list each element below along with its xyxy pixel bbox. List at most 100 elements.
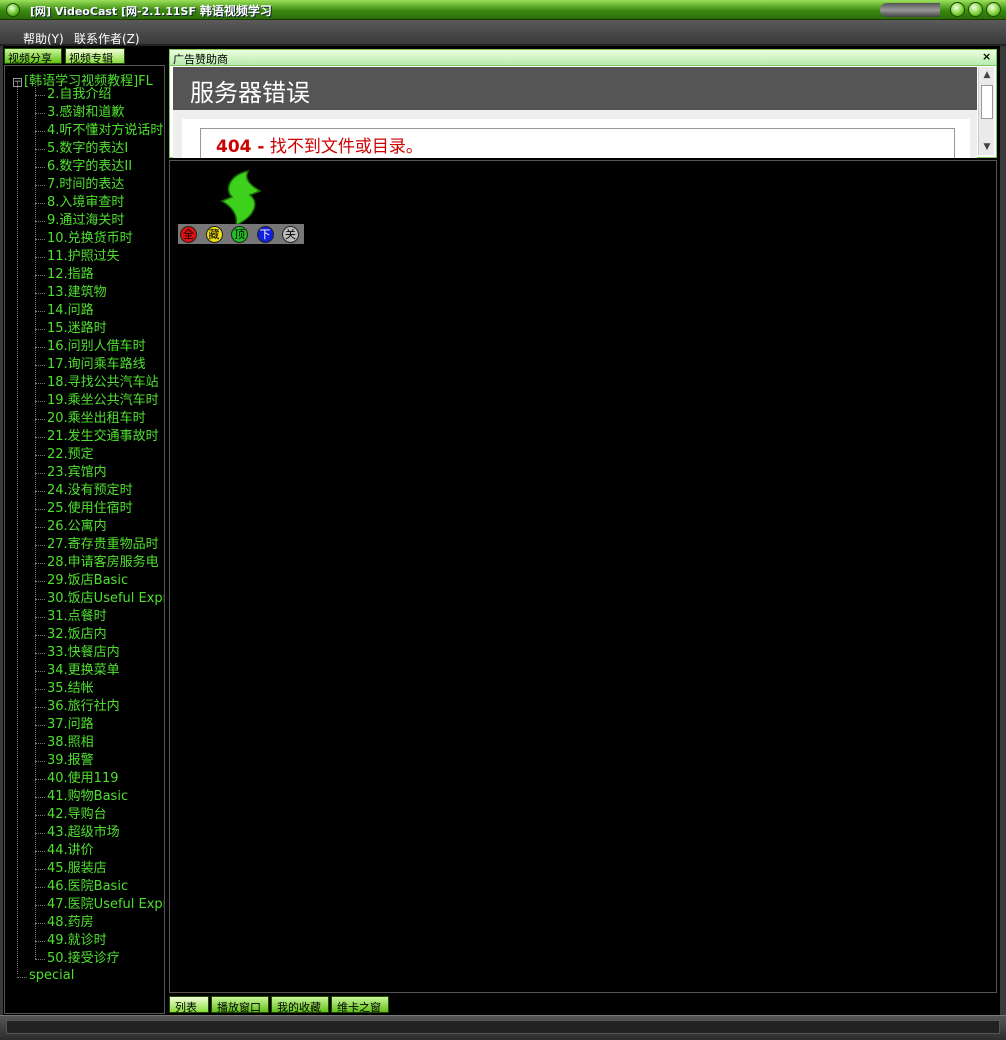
error-message: 404 - 找不到文件或目录。 [216,132,423,157]
tree-item[interactable]: 46.医院Basic [35,878,164,896]
tree-item[interactable]: 7.时间的表达 [35,176,164,194]
tree-item[interactable]: 9.通过海关时 [35,212,164,230]
app-icon[interactable] [6,3,20,17]
ad-titlebar: 广告赞助商 × [170,50,996,66]
tree-item[interactable]: 2.自我介绍 [35,86,164,104]
error-header: 服务器错误 [173,67,977,110]
status-bar [0,1015,1006,1040]
scroll-thumb[interactable] [981,85,993,119]
tree-item[interactable]: 41.购物Basic [35,788,164,806]
tree-item[interactable]: 31.点餐时 [35,608,164,626]
tree-item[interactable]: 48.药房 [35,914,164,932]
scroll-down-icon[interactable]: ▼ [979,139,995,155]
window-title: [网] VideoCast [网-2.1.11SF 韩语视频学习 [30,2,272,19]
tab-my-favorites[interactable]: 我的收藏 [271,996,329,1014]
tree-item[interactable]: 35.结帐 [35,680,164,698]
tree-item[interactable]: 38.照相 [35,734,164,752]
title-bar: [网] VideoCast [网-2.1.11SF 韩语视频学习 [0,0,1006,20]
action-button[interactable]: 关 [282,226,299,243]
tree-item[interactable]: 30.饭店Useful Expr [35,590,164,608]
tree-item[interactable]: 37.问路 [35,716,164,734]
action-button-bar: 全藏顶下关 [178,224,304,244]
error-code: 404 - [216,137,265,157]
tree-item[interactable]: 29.饭店Basic [35,572,164,590]
tree-item[interactable]: 13.建筑物 [35,284,164,302]
error-text: 找不到文件或目录。 [269,137,423,157]
tree-item[interactable]: 49.就诊时 [35,932,164,950]
tree-item[interactable]: 24.没有预定时 [35,482,164,500]
tree-item[interactable]: 17.询问乘车路线 [35,356,164,374]
tab-player-window[interactable]: 播放窗口 [211,996,269,1014]
tree-item[interactable]: 19.乘坐公共汽车时 [35,392,164,410]
tree-item[interactable]: 5.数字的表达I [35,140,164,158]
tab-video-share[interactable]: 视频分享 [4,48,62,65]
ad-content: 服务器错误 404 - 找不到文件或目录。 [173,67,977,158]
ad-title: 广告赞助商 [173,53,228,66]
window-frame-right [1000,46,1006,1015]
tab-wika-window[interactable]: 维卡之窗 [331,996,389,1014]
album-tree-panel: − [韩语学习视频教程]FL 2.自我介绍 3.感谢和道歉 4.听不懂对方说话时 5.数… [4,65,165,1014]
tree-item[interactable]: 6.数字的表达II [35,158,164,176]
action-button[interactable]: 顶 [231,226,248,243]
tree-item[interactable]: 40.使用119 [35,770,164,788]
menu-help[interactable]: 帮助(Y) [23,30,64,47]
tree-item[interactable]: 25.使用住宿时 [35,500,164,518]
tree-item[interactable]: 12.指路 [35,266,164,284]
lightning-logo-icon [220,169,262,227]
minimize-button[interactable] [950,2,965,17]
tree-item[interactable]: 32.饭店内 [35,626,164,644]
tree-item[interactable]: 15.迷路时 [35,320,164,338]
ad-scrollbar[interactable]: ▲ ▼ [978,67,994,155]
scroll-up-icon[interactable]: ▲ [979,67,995,83]
ad-close-button[interactable]: × [982,51,993,63]
tree-item[interactable]: 50.接受诊疗 [35,950,164,968]
tree-item[interactable]: 20.乘坐出租车时 [35,410,164,428]
error-title: 服务器错误 [190,79,310,107]
tree-item[interactable]: 39.报警 [35,752,164,770]
error-box: 404 - 找不到文件或目录。 [200,128,955,158]
tree-item[interactable]: 43.超级市场 [35,824,164,842]
action-button[interactable]: 藏 [205,226,223,243]
tree-item[interactable]: 4.听不懂对方说话时 [35,122,164,140]
window-title-main: 韩语视频学习 [199,4,272,18]
action-button[interactable]: 下 [256,226,274,243]
ad-panel: 广告赞助商 × 服务器错误 404 - 找不到文件或目录。 ▲ ▼ [169,49,997,158]
tree-item[interactable]: 23.宾馆内 [35,464,164,482]
tree-item[interactable]: 33.快餐店内 [35,644,164,662]
player-area: 全藏顶下关 [169,160,997,993]
tree-item[interactable]: 44.讲价 [35,842,164,860]
tree-item[interactable]: 10.兑换货币时 [35,230,164,248]
tree-item[interactable]: 28.申请客房服务电 [35,554,164,572]
tree-item[interactable]: 14.问路 [35,302,164,320]
tree-item[interactable]: 22.预定 [35,446,164,464]
window-frame-left [0,46,3,1015]
tree-item[interactable]: 45.服装店 [35,860,164,878]
tree-item[interactable]: 11.护照过失 [35,248,164,266]
tree-connector [17,82,18,974]
titlebar-decoration [880,3,940,17]
tree-item[interactable]: 26.公寓内 [35,518,164,536]
tab-video-album[interactable]: 视频专辑 [65,48,125,65]
tree-item[interactable]: 42.导购台 [35,806,164,824]
menu-bar: 帮助(Y) 联系作者(Z) [0,20,1006,46]
tree-item[interactable]: 16.问别人借车时 [35,338,164,356]
tree-item[interactable]: 47.医院Useful Expr [35,896,164,914]
close-button[interactable] [986,2,1001,17]
tree-item[interactable]: 36.旅行社内 [35,698,164,716]
tree-item[interactable]: 27.寄存贵重物品时 [35,536,164,554]
tree-item[interactable]: 3.感谢和道歉 [35,104,164,122]
tree-item[interactable]: 8.入境审查时 [35,194,164,212]
menu-contact-author[interactable]: 联系作者(Z) [74,30,140,47]
status-field [6,1020,1000,1034]
collapse-icon[interactable]: − [13,78,22,87]
window-title-prefix: [网] VideoCast [网-2.1.11SF [30,5,196,18]
tree-item[interactable]: 18.寻找公共汽车站 [35,374,164,392]
maximize-button[interactable] [968,2,983,17]
tree-node-special[interactable]: special [17,968,74,983]
tree-item[interactable]: 21.发生交通事故时 [35,428,164,446]
episode-list: 2.自我介绍 3.感谢和道歉 4.听不懂对方说话时 5.数字的表达I 6.数字的表达II… [35,86,164,968]
error-body: 404 - 找不到文件或目录。 [182,119,970,158]
tree-item[interactable]: 34.更换菜单 [35,662,164,680]
action-button[interactable]: 全 [180,226,197,243]
tab-list[interactable]: 列表 [169,996,209,1014]
